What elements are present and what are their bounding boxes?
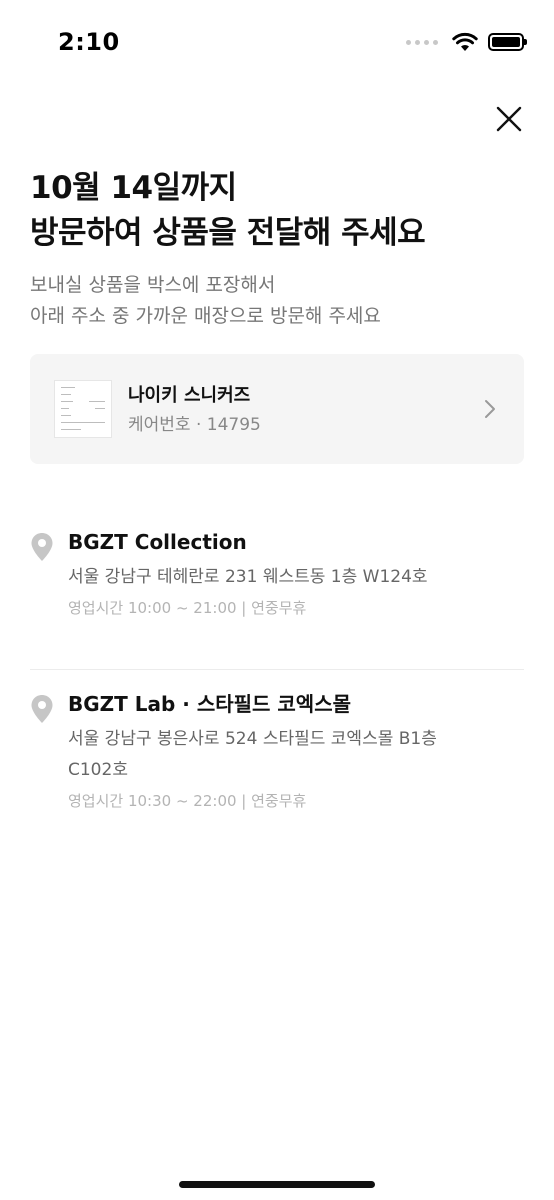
- product-thumbnail: [54, 380, 112, 438]
- location-pin-icon: [31, 695, 53, 723]
- status-time: 2:10: [58, 28, 120, 56]
- store-item[interactable]: BGZT Lab · 스타필드 코엑스몰 서울 강남구 봉은사로 524 스타필…: [0, 690, 554, 812]
- product-card[interactable]: 나이키 스니커즈 케어번호 · 14795: [30, 354, 524, 464]
- divider: [30, 669, 524, 670]
- subtitle-line-2: 아래 주소 중 가까운 매장으로 방문해 주세요: [30, 305, 381, 327]
- close-button[interactable]: [490, 100, 528, 138]
- store-list: BGZT Collection 서울 강남구 테헤란로 231 웨스트동 1층 …: [0, 528, 554, 812]
- store-hours: 영업시간 10:30 ~ 22:00 | 연중무휴: [68, 792, 307, 810]
- battery-icon: [488, 33, 527, 51]
- store-address: 서울 강남구 봉은사로 524 스타필드 코엑스몰 B1층 C102호: [68, 724, 524, 786]
- status-bar: 2:10: [0, 0, 554, 88]
- title-line-1: 10월 14일까지: [30, 170, 237, 206]
- store-item[interactable]: BGZT Collection 서울 강남구 테헤란로 231 웨스트동 1층 …: [0, 528, 554, 640]
- store-address: 서울 강남구 테헤란로 231 웨스트동 1층 W124호: [68, 567, 428, 587]
- product-name: 나이키 스니커즈: [128, 384, 251, 406]
- product-info: 나이키 스니커즈 케어번호 · 14795: [128, 383, 480, 436]
- store-address-line-2: C102호: [68, 760, 128, 780]
- store-hours: 영업시간 10:00 ~ 21:00 | 연중무휴: [68, 599, 307, 617]
- store-name: BGZT Lab · 스타필드 코엑스몰: [68, 692, 352, 716]
- title-line-2: 방문하여 상품을 전달해 주세요: [30, 215, 426, 251]
- close-icon: [496, 106, 522, 132]
- page-title: 10월 14일까지 방문하여 상품을 전달해 주세요: [30, 166, 426, 256]
- location-pin-icon: [31, 533, 53, 561]
- wifi-icon: [452, 32, 478, 51]
- page-subtitle: 보내실 상품을 박스에 포장해서 아래 주소 중 가까운 매장으로 방문해 주세…: [30, 270, 381, 332]
- home-indicator[interactable]: [179, 1181, 375, 1188]
- status-icons: [406, 32, 527, 52]
- store-name: BGZT Collection: [68, 530, 247, 554]
- subtitle-line-1: 보내실 상품을 박스에 포장해서: [30, 274, 276, 296]
- chevron-right-icon: [480, 399, 500, 419]
- signal-icon: [406, 39, 438, 45]
- product-care-number: 케어번호 · 14795: [128, 414, 261, 435]
- store-address-line-1: 서울 강남구 봉은사로 524 스타필드 코엑스몰 B1층: [68, 729, 437, 749]
